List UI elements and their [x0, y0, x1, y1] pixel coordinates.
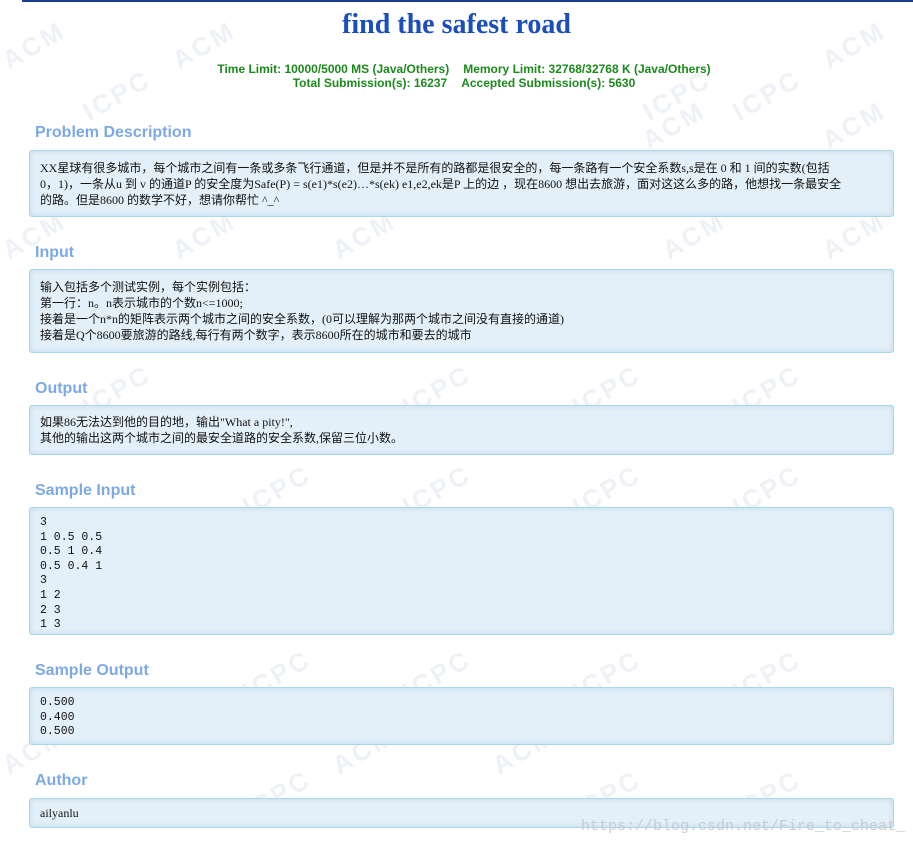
watermark-acm: ACM — [816, 95, 891, 156]
blog-watermark: https://blog.csdn.net/Fire_to_cheat_ — [580, 818, 905, 835]
top-border — [22, 0, 913, 2]
section-heading-output: Output — [35, 380, 88, 397]
input-panel: 输入包括多个测试实例，每个实例包括： 第一行：n。n表示城市的个数n<=1000… — [29, 269, 894, 353]
output-line: 如果86无法达到他的目的地，输出"What a pity!", — [40, 415, 293, 429]
input-line: 接着是一个n*n的矩阵表示两个城市之间的安全系数，(0可以理解为那两个城市之间没… — [40, 312, 564, 326]
submissions-row: Total Submission(s): 16237 Accepted Submi… — [0, 76, 913, 90]
output-panel: 如果86无法达到他的目的地，输出"What a pity!", 其他的输出这两个… — [29, 405, 894, 455]
sample-input-line: 1 3 — [40, 618, 61, 632]
section-heading-sample-output: Sample Output — [35, 662, 149, 679]
problem-limits: Time Limit: 10000/5000 MS (Java/Others) M… — [0, 62, 913, 90]
input-line: 接着是Q个8600要旅游的路线,每行有两个数字，表示8600所在的城市和要去的城… — [40, 328, 472, 342]
total-submissions: Total Submission(s): 16237 — [292, 76, 448, 90]
section-heading-sample-input: Sample Input — [35, 482, 136, 499]
section-heading-input: Input — [35, 244, 75, 261]
sample-input-line: 3 — [40, 516, 47, 529]
description-line: 的路。但是8600 的数学不好，想请你帮忙 ^_^ — [40, 193, 280, 207]
input-line: 输入包括多个测试实例，每个实例包括： — [40, 280, 257, 294]
sample-input-line: 2 3 — [40, 603, 61, 617]
sample-output-panel: 0.500 0.400 0.500 — [29, 687, 894, 745]
sample-input-line: 3 — [40, 574, 47, 588]
time-limit: Time Limit: 10000/5000 MS (Java/Others) — [217, 62, 450, 76]
output-line: 其他的输出这两个城市之间的最安全道路的安全系数,保留三位小数。 — [40, 431, 404, 445]
section-heading-description: Problem Description — [35, 124, 192, 141]
problem-title: find the safest road — [342, 9, 571, 40]
sample-input-panel: 3 1 0.5 0.5 0.5 1 0.4 0.5 0.4 1 3 1 2 2 … — [29, 507, 894, 635]
description-line: 0，1)，一条从u 到 v 的通道P 的安全度为Safe(P) = s(e1)*… — [40, 177, 842, 191]
memory-limit: Memory Limit: 32768/32768 K (Java/Others… — [463, 62, 711, 76]
input-line: 第一行：n。n表示城市的个数n<=1000; — [40, 296, 243, 310]
description-line: XX星球有很多城市，每个城市之间有一条或多条飞行通道，但是并不是所有的路都是很安… — [40, 161, 830, 175]
sample-input-line: 0.5 1 0.4 — [40, 545, 103, 559]
section-heading-author: Author — [35, 772, 88, 789]
sample-output-line: 0.500 — [40, 696, 75, 709]
sample-output-line: 0.500 — [40, 725, 75, 739]
sample-input-line: 1 2 — [40, 588, 61, 602]
limits-row: Time Limit: 10000/5000 MS (Java/Others) M… — [0, 62, 913, 76]
sample-input-line: 1 0.5 0.5 — [40, 530, 103, 544]
accepted-submissions: Accepted Submission(s): 5630 — [461, 76, 636, 90]
sample-input-line: 0.5 0.4 1 — [40, 559, 103, 573]
description-panel: XX星球有很多城市，每个城市之间有一条或多条飞行通道，但是并不是所有的路都是很安… — [29, 150, 894, 217]
sample-output-line: 0.400 — [40, 710, 75, 724]
